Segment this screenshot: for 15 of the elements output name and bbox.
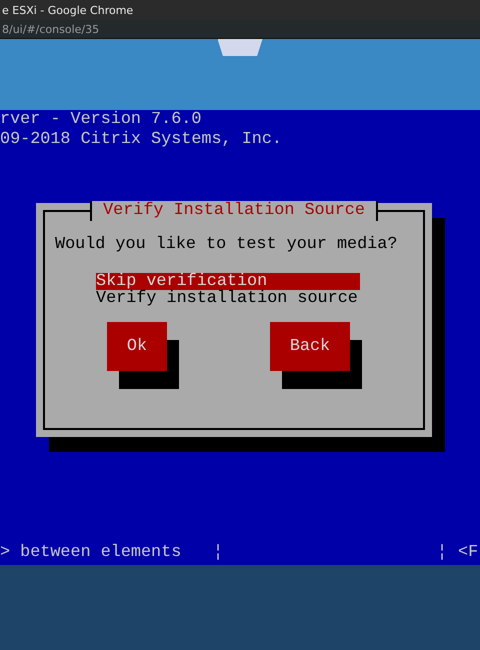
dialog-button[interactable]: Back bbox=[270, 322, 350, 371]
address-field[interactable]: 8/ui/#/console/35 bbox=[0, 22, 100, 36]
list-option[interactable]: Skip verification bbox=[96, 273, 360, 290]
list-option[interactable]: Verify installation source bbox=[96, 290, 360, 307]
status-text: ¦ bbox=[437, 543, 448, 563]
console-text: rver - Version 7.6.0 bbox=[0, 110, 202, 130]
status-text: ¦ bbox=[213, 543, 224, 563]
window-title: e ESXi - Google Chrome bbox=[1, 4, 134, 16]
toolbar-tab-handle[interactable] bbox=[218, 39, 262, 56]
console-text: 09-2018 Citrix Systems, Inc. bbox=[0, 130, 282, 150]
status-text: <F bbox=[458, 543, 480, 563]
status-text: > between elements bbox=[0, 543, 182, 563]
dialog-question: Would you like to test your media? bbox=[55, 235, 398, 255]
dialog-title: Verify Installation Source bbox=[90, 201, 378, 221]
dialog-button[interactable]: Ok bbox=[107, 322, 167, 371]
